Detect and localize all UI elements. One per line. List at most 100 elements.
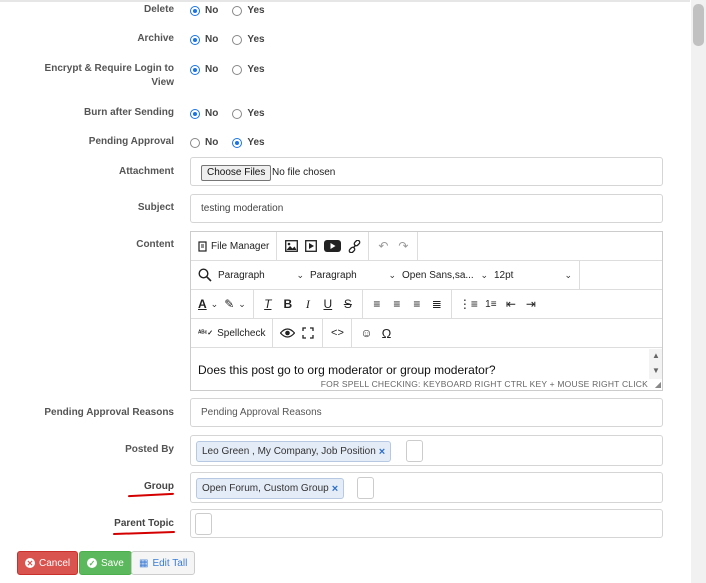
encrypt-no-radio[interactable]: No bbox=[190, 64, 218, 75]
scrollbar-thumb[interactable] bbox=[693, 4, 704, 46]
file-manager-icon bbox=[198, 240, 207, 252]
strikethrough-button[interactable]: S bbox=[338, 294, 358, 314]
cancel-button[interactable]: ✕ Cancel bbox=[17, 551, 79, 575]
chevron-down-icon: ⌄ bbox=[564, 269, 572, 280]
archive-yes-radio[interactable]: Yes bbox=[232, 34, 265, 45]
spellcheck-button[interactable]: ᴬᴮᶜ✓ Spellcheck bbox=[195, 323, 268, 343]
radio-dot[interactable] bbox=[190, 108, 200, 119]
bullet-list-button[interactable]: ⋮≡ bbox=[456, 294, 481, 314]
editor-scrollbar[interactable]: ▲ ▼ bbox=[649, 349, 662, 379]
paragraph-format-select[interactable]: Paragraph ⌄ bbox=[307, 265, 399, 285]
text-color-button[interactable]: A ⌄ bbox=[195, 294, 221, 314]
group-field[interactable]: Open Forum, Custom Group × bbox=[190, 472, 663, 503]
link-button[interactable] bbox=[344, 236, 364, 256]
group-input[interactable] bbox=[357, 477, 374, 499]
radio-dot[interactable] bbox=[232, 5, 243, 16]
choose-files-button[interactable]: Choose Files bbox=[201, 165, 272, 181]
radio-dot[interactable] bbox=[232, 64, 243, 75]
align-right-button[interactable]: ≡ bbox=[407, 294, 427, 314]
file-manager-group: File Manager bbox=[191, 231, 278, 261]
radio-dot[interactable] bbox=[232, 137, 243, 148]
radio-dot[interactable] bbox=[232, 34, 243, 45]
emoji-button[interactable]: ☺ bbox=[356, 323, 376, 343]
posted-by-tag: Leo Green , My Company, Job Position × bbox=[196, 441, 392, 462]
history-group: ↶ ↷ bbox=[369, 231, 419, 261]
pending-yes-radio[interactable]: Yes bbox=[232, 137, 265, 148]
posted-by-input[interactable] bbox=[406, 440, 423, 462]
clear-format-button[interactable]: T bbox=[258, 294, 278, 314]
spellcheck-hint: FOR SPELL CHECKING: KEYBOARD RIGHT CTRL … bbox=[320, 379, 648, 389]
parent-topic-field[interactable] bbox=[190, 509, 663, 538]
radio-dot[interactable] bbox=[190, 64, 200, 75]
radio-dot[interactable] bbox=[190, 34, 200, 45]
video-button[interactable] bbox=[301, 236, 321, 256]
scroll-up-icon: ▲ bbox=[652, 351, 660, 360]
search-icon bbox=[198, 268, 212, 282]
radio-dot[interactable] bbox=[190, 137, 200, 148]
pending-no-radio[interactable]: No bbox=[190, 137, 218, 148]
bold-button[interactable]: B bbox=[278, 294, 298, 314]
pending-radio-group: No Yes bbox=[190, 137, 279, 148]
burn-yes-radio[interactable]: Yes bbox=[232, 108, 265, 119]
highlight-color-button[interactable]: ✎ ⌄ bbox=[221, 294, 249, 314]
remove-tag-icon[interactable]: × bbox=[379, 446, 385, 458]
parent-topic-label: Parent Topic bbox=[114, 518, 174, 529]
editor-body[interactable]: Does this post go to org moderator or gr… bbox=[191, 349, 662, 390]
posted-by-field[interactable]: Leo Green , My Company, Job Position × bbox=[190, 435, 663, 466]
reasons-input[interactable]: Pending Approval Reasons bbox=[190, 398, 663, 427]
font-family-select[interactable]: Open Sans,sa... ⌄ bbox=[399, 265, 491, 285]
delete-yes-radio[interactable]: Yes bbox=[232, 5, 265, 16]
parent-topic-input[interactable] bbox=[195, 513, 212, 535]
delete-label: Delete bbox=[143, 4, 174, 15]
search-button[interactable] bbox=[195, 265, 215, 285]
outdent-button[interactable]: ⇤ bbox=[501, 294, 521, 314]
remove-tag-icon[interactable]: × bbox=[332, 483, 338, 495]
link-icon bbox=[348, 239, 361, 253]
redo-button[interactable]: ↷ bbox=[393, 236, 413, 256]
indent-button[interactable]: ⇥ bbox=[521, 294, 541, 314]
page-scrollbar[interactable] bbox=[691, 0, 706, 583]
grid-icon: ▦ bbox=[139, 557, 149, 569]
align-left-button[interactable]: ≡ bbox=[367, 294, 387, 314]
block-format-select[interactable]: Paragraph ⌄ bbox=[215, 265, 307, 285]
undo-icon: ↶ bbox=[378, 239, 389, 253]
preview-button[interactable] bbox=[277, 323, 298, 343]
posted-by-label: Posted By bbox=[125, 444, 174, 455]
font-size-select[interactable]: 12pt ⌄ bbox=[491, 265, 575, 285]
annotation-underline bbox=[127, 492, 175, 498]
radio-dot[interactable] bbox=[190, 5, 200, 16]
archive-no-radio[interactable]: No bbox=[190, 34, 218, 45]
text-color-icon: A bbox=[198, 297, 207, 311]
omega-icon: Ω bbox=[381, 325, 392, 341]
burn-label: Burn after Sending bbox=[83, 107, 174, 118]
resize-handle-icon[interactable]: ◢ bbox=[655, 380, 661, 389]
fullscreen-button[interactable] bbox=[298, 323, 318, 343]
content-editor: File Manager ↶ ↷ Paragraph ⌄ Paragraph ⌄… bbox=[190, 231, 663, 391]
youtube-button[interactable] bbox=[321, 236, 344, 256]
burn-no-radio[interactable]: No bbox=[190, 108, 218, 119]
highlighter-icon: ✎ bbox=[224, 297, 235, 311]
clear-format-icon: T bbox=[264, 297, 272, 311]
toolbar-row-2: Paragraph ⌄ Paragraph ⌄ Open Sans,sa... ⌄ 1… bbox=[191, 260, 662, 290]
radio-dot[interactable] bbox=[232, 108, 243, 119]
undo-button[interactable]: ↶ bbox=[373, 236, 393, 256]
align-justify-button[interactable]: ≣ bbox=[427, 294, 447, 314]
file-manager-button[interactable]: File Manager bbox=[195, 236, 272, 256]
source-code-button[interactable]: <> bbox=[327, 323, 347, 343]
numbered-list-button[interactable]: 1≡ bbox=[481, 294, 501, 314]
subject-input[interactable]: testing moderation bbox=[190, 194, 663, 223]
group-tag: Open Forum, Custom Group × bbox=[196, 478, 345, 499]
image-button[interactable] bbox=[281, 236, 301, 256]
delete-no-radio[interactable]: No bbox=[190, 5, 218, 16]
toolbar-row-3: A ⌄ ✎ ⌄ T B I U S ≡ ≡ ≡ ≣ ⋮≡ 1≡ ⇤ ⇥ bbox=[191, 289, 662, 319]
edit-tall-button[interactable]: ▦ Edit Tall bbox=[131, 551, 196, 575]
align-group: ≡ ≡ ≡ ≣ bbox=[363, 289, 452, 319]
italic-button[interactable]: I bbox=[298, 294, 318, 314]
underline-button[interactable]: U bbox=[318, 294, 338, 314]
save-button[interactable]: ✓ Save bbox=[79, 551, 132, 575]
indent-icon: ⇥ bbox=[525, 297, 536, 311]
align-center-button[interactable]: ≡ bbox=[387, 294, 407, 314]
encrypt-yes-radio[interactable]: Yes bbox=[232, 64, 265, 75]
align-right-icon: ≡ bbox=[413, 297, 421, 311]
special-char-button[interactable]: Ω bbox=[376, 323, 396, 343]
